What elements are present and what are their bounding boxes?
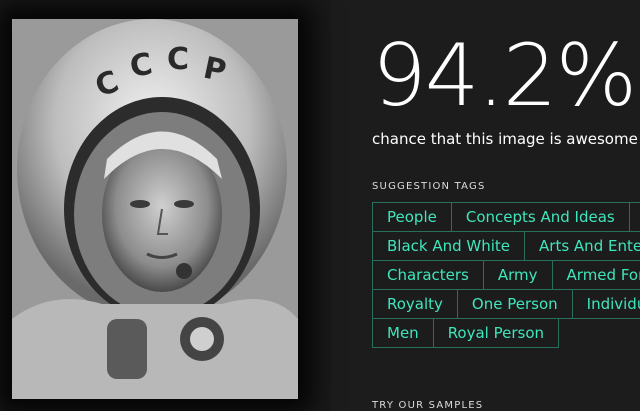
tag-royalty[interactable]: Royalty <box>372 289 458 319</box>
tag-row: Royalty One Person Individu <box>372 289 640 319</box>
tag-black-and-white[interactable]: Black And White <box>372 231 526 261</box>
tag-armed-forces[interactable]: Armed Forc <box>551 260 640 290</box>
tag-row: Black And White Arts And Enter <box>372 231 640 261</box>
tag-individual[interactable]: Individu <box>571 289 640 319</box>
tag-row: Characters Army Armed Forc <box>372 260 640 290</box>
uploaded-photo: C C C P <box>12 19 298 399</box>
tag-row: People Concepts And Ideas T <box>372 202 640 232</box>
image-panel: C C C P <box>0 0 330 411</box>
astronaut-portrait-icon: C C C P <box>12 19 298 399</box>
tag-concepts-and-ideas[interactable]: Concepts And Ideas <box>450 202 630 232</box>
svg-text:C: C <box>167 42 189 77</box>
score-caption: chance that this image is awesome <box>372 130 638 148</box>
awesomeness-score: 94.2% <box>372 26 637 126</box>
tag-people[interactable]: People <box>372 202 452 232</box>
tag-characters[interactable]: Characters <box>372 260 484 290</box>
suggestion-tags-list: People Concepts And Ideas T Black And Wh… <box>372 202 640 348</box>
tag-royal-person[interactable]: Royal Person <box>432 318 560 348</box>
tag-arts-and-entertainment[interactable]: Arts And Enter <box>524 231 640 261</box>
tag-partial[interactable]: T <box>628 202 640 232</box>
tag-army[interactable]: Army <box>482 260 553 290</box>
tag-men[interactable]: Men <box>372 318 434 348</box>
try-samples-heading: TRY OUR SAMPLES <box>372 400 484 411</box>
tag-one-person[interactable]: One Person <box>456 289 573 319</box>
suggestion-tags-heading: SUGGESTION TAGS <box>372 181 486 192</box>
tag-row: Men Royal Person <box>372 318 640 348</box>
